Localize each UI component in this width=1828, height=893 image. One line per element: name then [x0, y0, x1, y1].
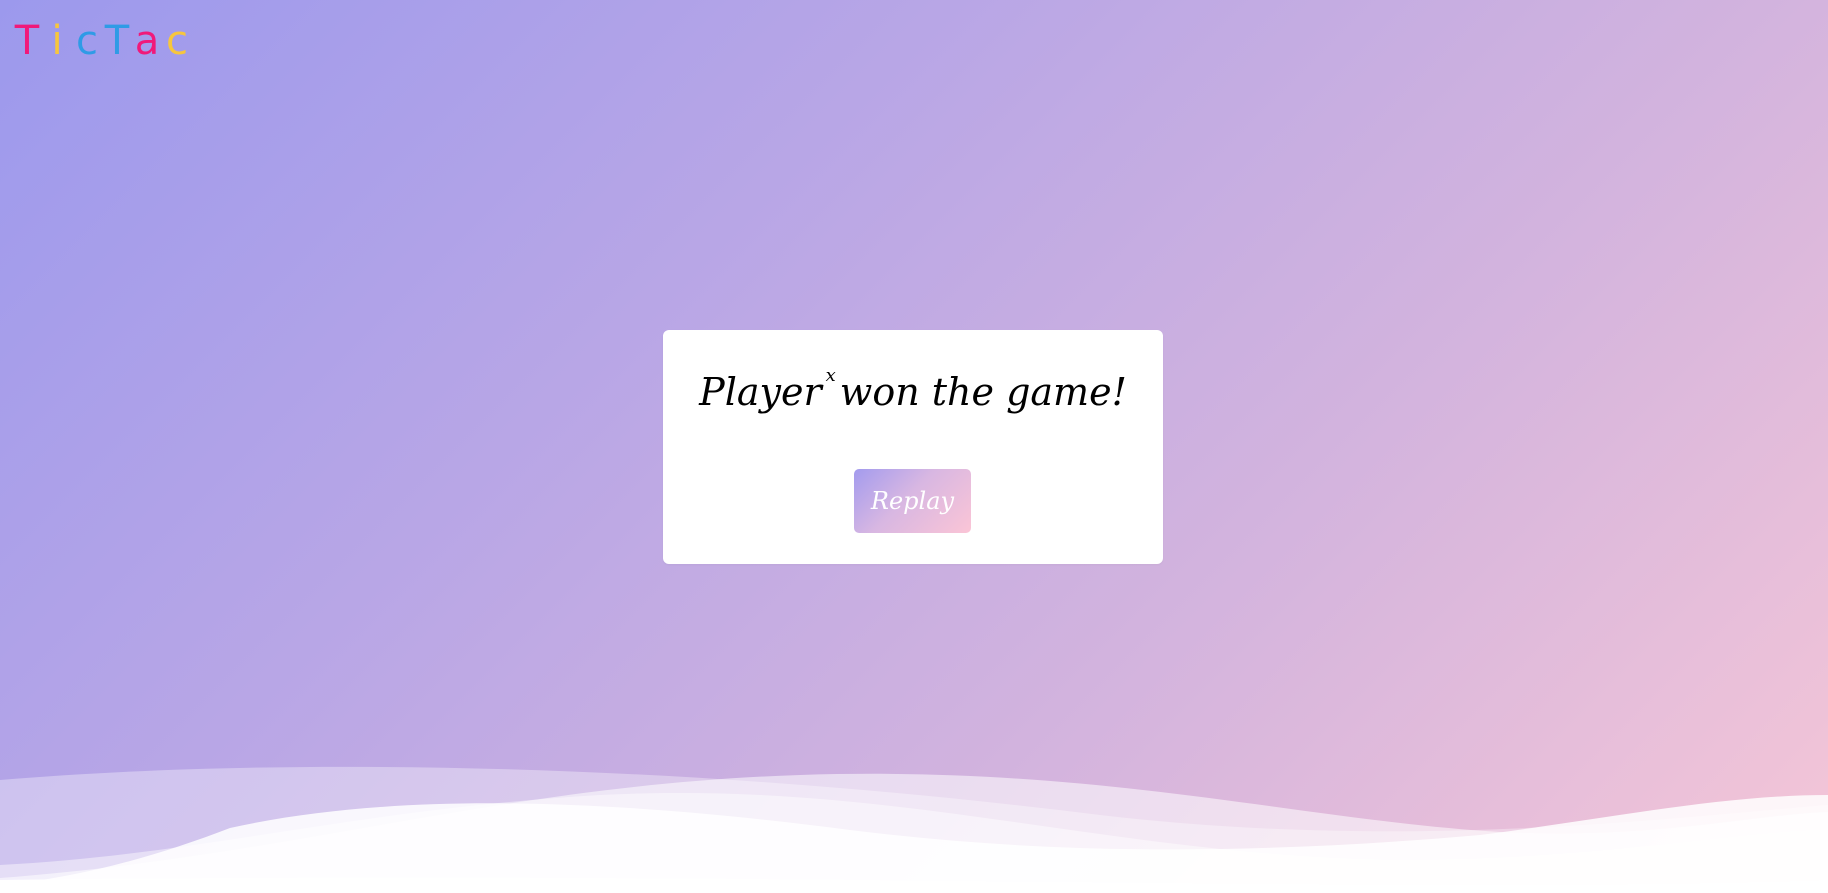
message-prefix: Player: [699, 370, 822, 414]
game-over-dialog: Player x won the game! Replay: [663, 330, 1163, 564]
logo-letter-3: c: [76, 18, 98, 64]
logo-letter-5: a: [134, 18, 160, 64]
app-logo: T i c T a c: [12, 18, 192, 64]
message-suffix: won the game!: [839, 370, 1127, 414]
bottom-waves-decoration: [0, 766, 1828, 893]
logo-letter-1: T: [14, 18, 40, 64]
winner-message: Player x won the game!: [663, 365, 1163, 414]
logo-letter-2: i: [51, 18, 63, 64]
winner-mark: x: [825, 365, 836, 387]
logo-letter-6: c: [166, 18, 188, 64]
logo-letter-4: T: [104, 18, 130, 64]
replay-button[interactable]: Replay: [854, 469, 971, 533]
